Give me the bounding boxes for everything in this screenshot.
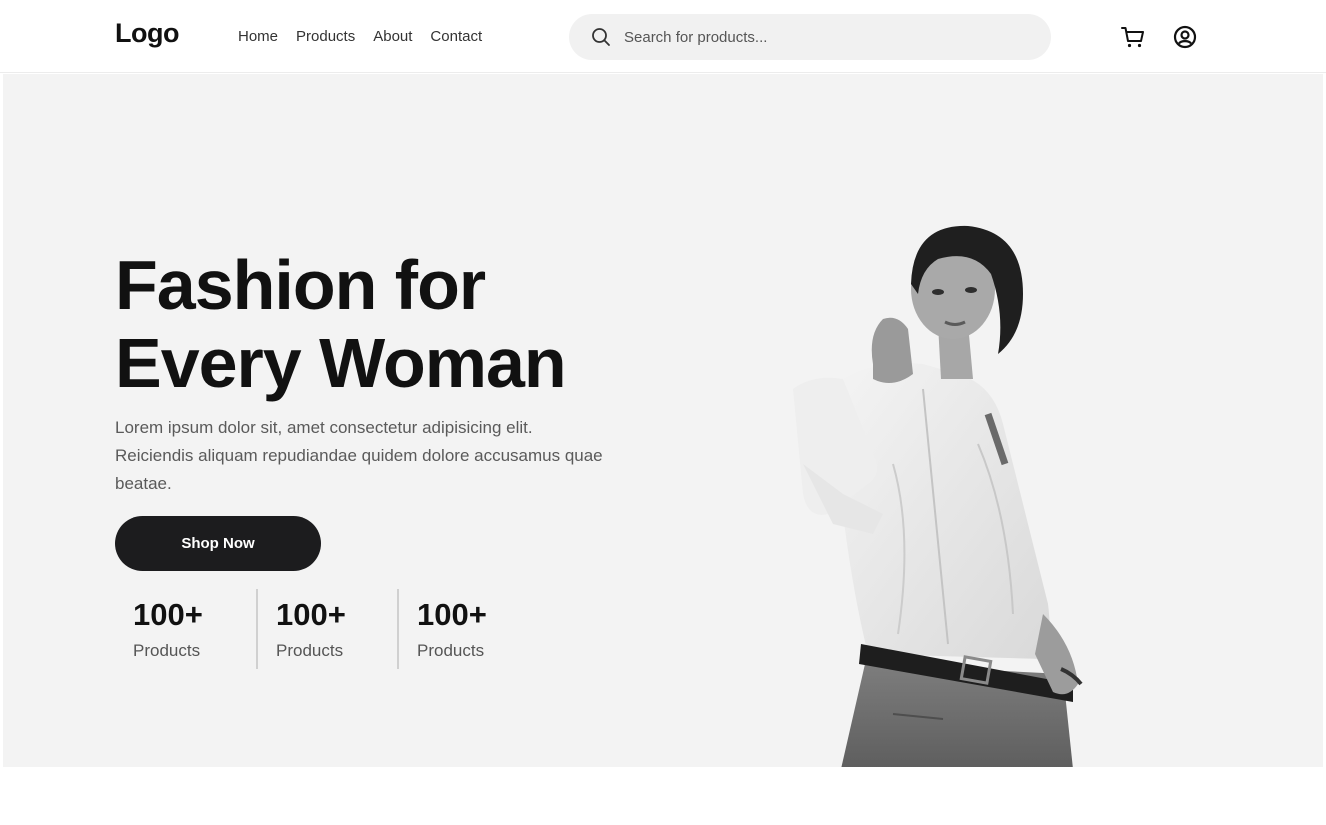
stat-label: Products xyxy=(133,641,201,660)
stat-item: 100+ Products xyxy=(397,589,538,669)
hero-section: Fashion for Every Woman Lorem ipsum dolo… xyxy=(3,74,1323,767)
search-icon xyxy=(592,28,610,46)
search-bar[interactable] xyxy=(569,14,1051,60)
stat-item: 100+ Products xyxy=(115,589,256,669)
nav-link-about[interactable]: About xyxy=(373,28,412,45)
hero-description: Lorem ipsum dolor sit, amet consectetur … xyxy=(115,418,603,493)
main-nav: Home Products About Contact xyxy=(238,28,500,45)
stat-value: 100+ xyxy=(417,597,487,632)
search-input[interactable] xyxy=(624,14,1024,60)
logo[interactable]: Logo xyxy=(115,18,179,49)
stat-item: 100+ Products xyxy=(256,589,397,669)
stat-label: Products xyxy=(276,641,344,660)
stat-label: Products xyxy=(417,641,485,660)
shop-now-button[interactable]: Shop Now xyxy=(115,516,321,571)
nav-link-contact[interactable]: Contact xyxy=(430,28,482,45)
nav-link-home[interactable]: Home xyxy=(238,28,278,45)
stat-value: 100+ xyxy=(276,597,346,632)
hero-title: Fashion for Every Woman xyxy=(115,246,567,402)
stat-value: 100+ xyxy=(133,597,203,632)
cart-icon[interactable] xyxy=(1120,24,1146,50)
hero-model-image xyxy=(793,225,1083,767)
site-header: Logo Home Products About Contact xyxy=(0,0,1326,73)
nav-link-products[interactable]: Products xyxy=(296,28,355,45)
user-circle-icon[interactable] xyxy=(1172,24,1198,50)
stats-row: 100+ Products 100+ Products 100+ Product… xyxy=(115,589,538,669)
